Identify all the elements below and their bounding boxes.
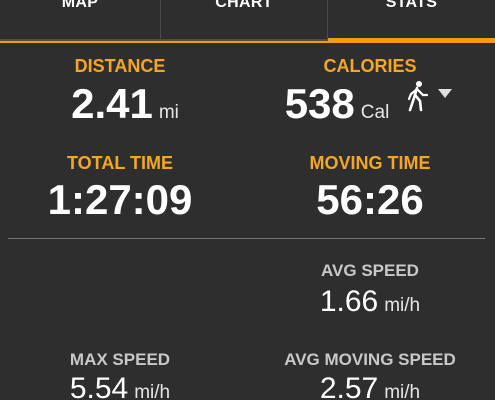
total-time-value: 1:27:09 — [47, 176, 193, 223]
walking-person-icon[interactable] — [404, 80, 430, 112]
calories-label: CALORIES — [323, 56, 417, 76]
distance-value: 2.41 — [71, 80, 153, 127]
total-time-label: TOTAL TIME — [67, 153, 173, 173]
moving-time-value: 56:26 — [316, 176, 424, 223]
avg-speed-label: AVG SPEED — [321, 261, 419, 280]
avg-speed-value-row: 1.66 mi/h — [290, 285, 450, 319]
tab-stats-label: STATS — [385, 0, 438, 11]
moving-time-label: MOVING TIME — [309, 153, 431, 173]
max-speed-unit: mi/h — [134, 382, 171, 400]
avg-moving-speed-label: AVG MOVING SPEED — [284, 350, 456, 369]
max-speed-label: MAX SPEED — [69, 350, 171, 369]
avg-moving-speed-value-row: 2.57 mi/h — [290, 372, 450, 400]
avg-speed-value: 1.66 — [319, 285, 379, 318]
distance-unit: mi — [158, 102, 179, 123]
tab-chart[interactable]: CHART — [161, 0, 328, 41]
tab-underline — [329, 39, 495, 43]
tab-bar-bottom-border — [0, 41, 329, 43]
avg-moving-speed-unit: mi/h — [384, 382, 421, 400]
stats-divider — [8, 238, 485, 239]
tab-bar: MAP CHART STATS — [0, 0, 495, 43]
avg-speed-unit: mi/h — [384, 295, 421, 316]
distance-value-row: 2.41 mi — [30, 80, 220, 128]
tab-stats[interactable]: STATS — [328, 0, 495, 41]
triangle-down-icon[interactable] — [438, 89, 452, 98]
tab-chart-label: CHART — [215, 0, 273, 11]
calories-unit: Cal — [360, 102, 390, 123]
max-speed-value-row: 5.54 mi/h — [40, 372, 200, 400]
tab-map[interactable]: MAP — [0, 0, 161, 41]
avg-moving-speed-value: 2.57 — [319, 372, 379, 400]
stats-screen: MAP CHART STATS DISTANCE 2.41 mi CALORIES… — [0, 0, 495, 400]
calories-value: 538 — [284, 80, 355, 127]
tab-map-label: MAP — [61, 0, 99, 11]
max-speed-value: 5.54 — [69, 372, 129, 400]
calories-value-row: 538 Cal — [262, 80, 412, 128]
distance-label: DISTANCE — [74, 56, 166, 76]
